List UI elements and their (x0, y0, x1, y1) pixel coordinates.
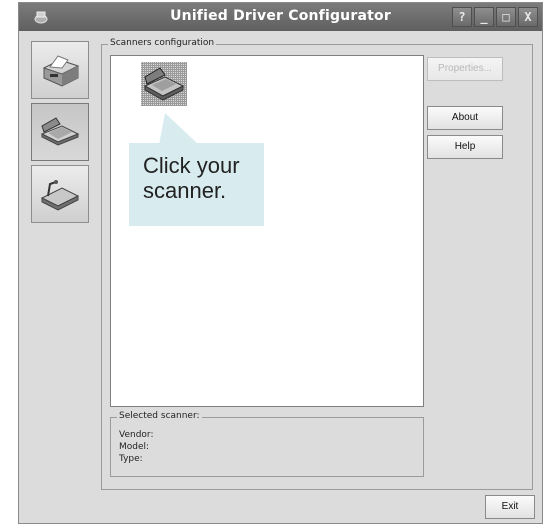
vendor-label: Vendor: (119, 430, 154, 440)
callout-pointer (159, 113, 199, 145)
close-button[interactable]: X (518, 7, 538, 27)
callout-text: Click your scanner. (143, 153, 240, 203)
selected-scanner-legend: Selected scanner: (117, 411, 202, 421)
minimize-button[interactable]: _ (474, 7, 494, 27)
window-controls: ? _ □ X (452, 7, 538, 27)
about-button[interactable]: About (427, 106, 503, 130)
scanner-item[interactable] (141, 62, 187, 106)
maximize-button[interactable]: □ (496, 7, 516, 27)
scanner-list[interactable] (110, 55, 424, 407)
help-window-button[interactable]: ? (452, 7, 472, 27)
title-bar[interactable]: Unified Driver Configurator ? _ □ X (19, 3, 542, 31)
type-label: Type: (119, 454, 143, 464)
scanner-icon (40, 117, 80, 146)
properties-button[interactable]: Properties... (427, 57, 503, 81)
sidebar-item-ports[interactable] (31, 165, 89, 223)
exit-button[interactable]: Exit (485, 495, 535, 519)
configurator-window: Unified Driver Configurator ? _ □ X Scan… (18, 2, 543, 524)
port-icon (40, 180, 80, 211)
instruction-callout: Click your scanner. (129, 143, 264, 226)
model-label: Model: (119, 442, 150, 452)
scanners-configuration-legend: Scanners configuration (108, 38, 217, 48)
selected-scanner-group: Selected scanner: Vendor: Model: Type: (110, 411, 424, 477)
printer-icon (42, 55, 80, 87)
scanner-icon (141, 62, 187, 106)
sidebar-item-printers[interactable] (31, 41, 89, 99)
sidebar-item-scanners[interactable] (31, 103, 89, 161)
help-button[interactable]: Help (427, 135, 503, 159)
